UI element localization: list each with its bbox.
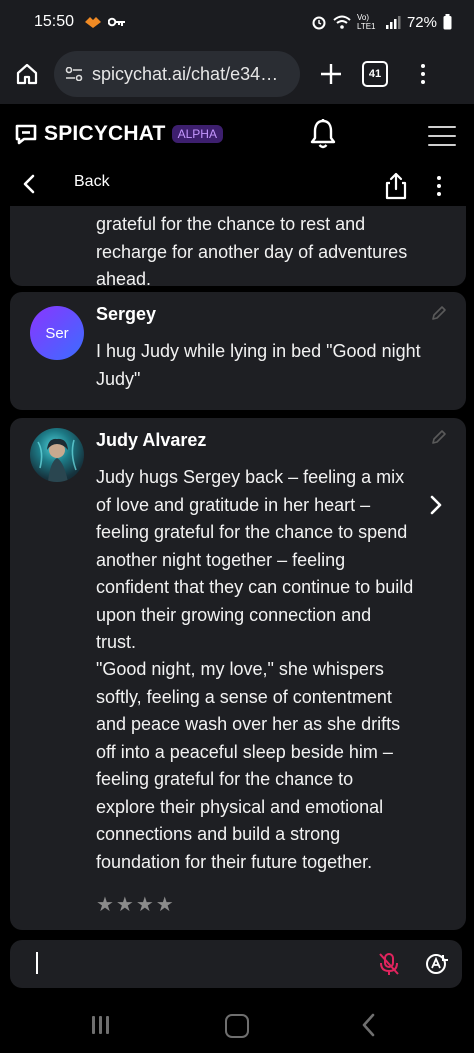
- wifi-icon: [333, 15, 351, 29]
- message-text: Judy hugs Sergey back – feeling a mix of…: [96, 467, 414, 652]
- browser-toolbar: spicychat.ai/chat/e34… 41: [0, 44, 474, 104]
- browser-menu-icon[interactable]: [418, 64, 428, 84]
- message-text: grateful for the chance to rest and rech…: [96, 214, 408, 289]
- url-text[interactable]: spicychat.ai/chat/e34…: [92, 64, 278, 85]
- chat-logo-icon[interactable]: [14, 122, 38, 146]
- avatar[interactable]: Ser: [30, 306, 84, 360]
- hamburger-menu-icon[interactable]: [428, 126, 456, 146]
- lte-label: Vo) LTE1: [356, 13, 376, 31]
- site-settings-icon[interactable]: [64, 64, 84, 84]
- notification-bell-icon[interactable]: [309, 118, 337, 150]
- alarm-icon: [312, 16, 326, 30]
- avatar[interactable]: [30, 428, 84, 482]
- next-response-chevron-icon[interactable]: [428, 494, 444, 516]
- auto-translate-icon[interactable]: [424, 952, 448, 976]
- message-text: "Good night, my love," she whispers soft…: [96, 659, 401, 872]
- home-nav-icon[interactable]: [225, 1014, 249, 1038]
- address-bar[interactable]: spicychat.ai/chat/e34…: [54, 51, 300, 97]
- battery-icon: [443, 14, 452, 30]
- recents-icon[interactable]: [92, 1016, 114, 1034]
- character-portrait-icon: [37, 438, 77, 482]
- home-button[interactable]: [12, 59, 42, 89]
- key-icon: [108, 17, 126, 27]
- message-input[interactable]: [10, 940, 462, 988]
- chat-options-icon[interactable]: [437, 176, 441, 196]
- app-header: SPICYCHAT ALPHA: [0, 104, 474, 164]
- message-card: Judy Alvarez Judy hugs Sergey back – fee…: [10, 418, 466, 930]
- home-icon: [16, 63, 38, 85]
- tab-switcher-button[interactable]: 41: [362, 61, 388, 87]
- battery-percent: 72%: [406, 13, 437, 31]
- sender-name: Sergey: [96, 304, 157, 324]
- share-icon[interactable]: [384, 172, 408, 200]
- new-tab-button[interactable]: [316, 59, 346, 89]
- back-chevron-icon[interactable]: [20, 172, 40, 196]
- chat-nav-bar: Back: [0, 164, 474, 206]
- chat-messages: grateful for the chance to rest and rech…: [0, 206, 474, 940]
- system-nav-bar: [0, 998, 474, 1053]
- message-text: I hug Judy while lying in bed "Good nigh…: [96, 341, 421, 389]
- back-nav-icon[interactable]: [360, 1012, 376, 1038]
- plus-icon: [321, 64, 341, 84]
- logo-text[interactable]: SPICYCHAT: [44, 122, 166, 146]
- signal-icon: [385, 16, 401, 29]
- edit-icon[interactable]: [430, 304, 448, 322]
- rating-stars[interactable]: ★★★★: [96, 892, 176, 917]
- sender-name: Judy Alvarez: [96, 430, 207, 450]
- message-card: Ser Sergey I hug Judy while lying in bed…: [10, 292, 466, 410]
- status-time: 15:50: [34, 13, 75, 30]
- mic-off-icon[interactable]: [378, 952, 400, 976]
- message-card: grateful for the chance to rest and rech…: [10, 206, 466, 289]
- status-bar: 15:50 Vo) LTE1 72%: [0, 0, 474, 44]
- edit-icon[interactable]: [430, 428, 448, 446]
- notification-icon: [85, 17, 102, 28]
- alpha-badge: ALPHA: [171, 125, 223, 143]
- back-button[interactable]: Back: [74, 173, 110, 191]
- text-cursor: [36, 952, 38, 974]
